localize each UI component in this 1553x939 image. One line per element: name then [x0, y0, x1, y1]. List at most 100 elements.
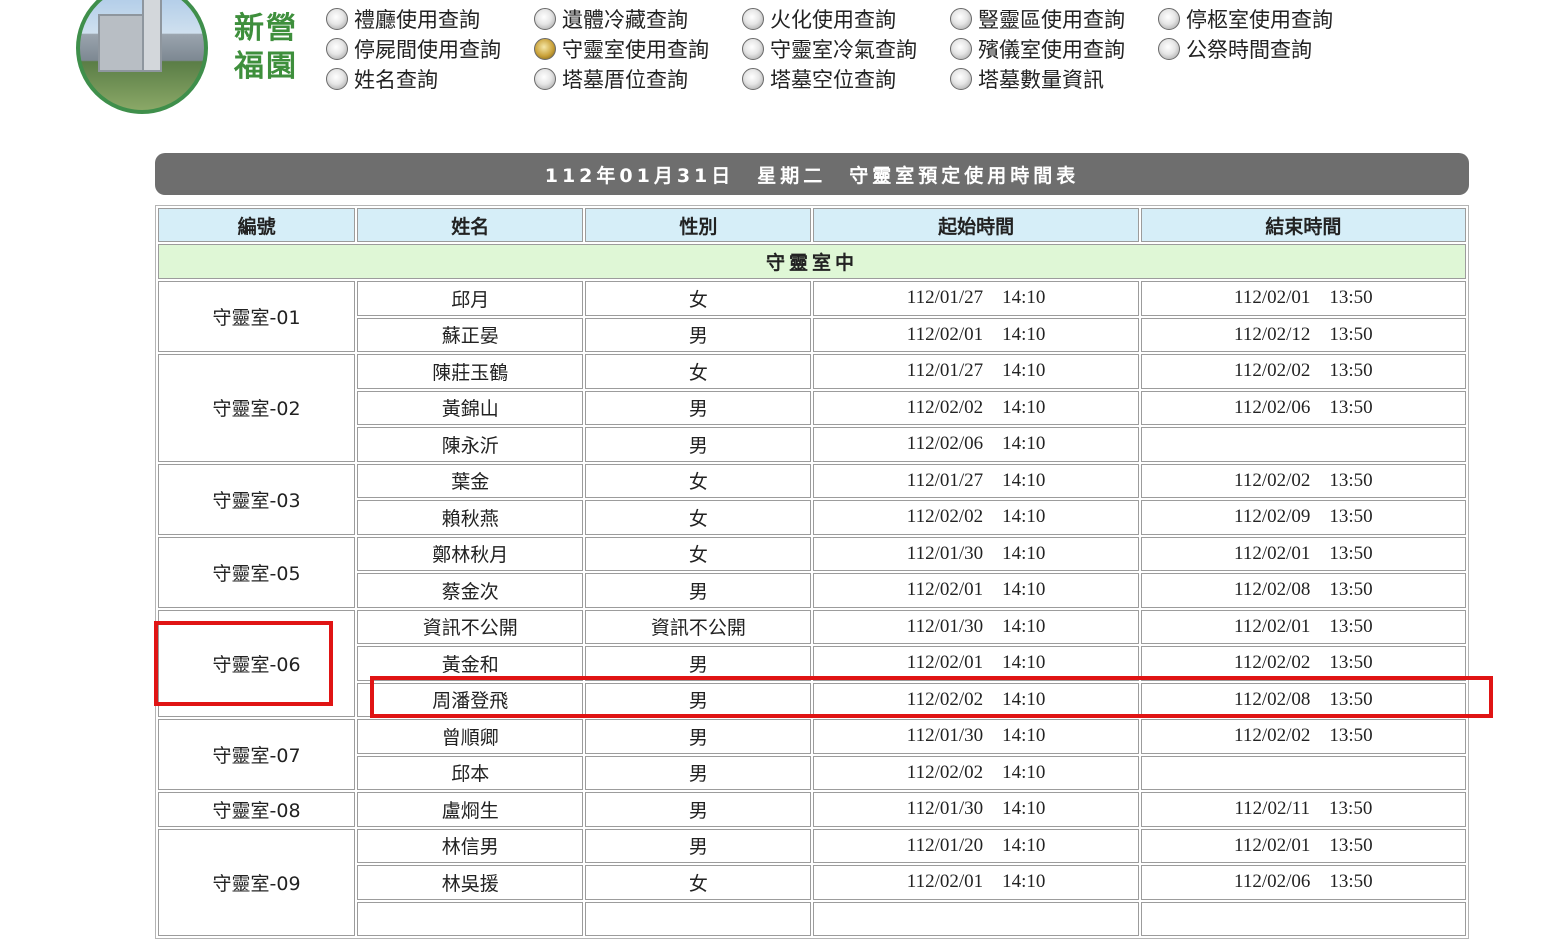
radio-icon[interactable]	[326, 68, 348, 90]
table-row: 守靈室-09 林信男男 112/01/20 14:10 112/02/01 13:50	[158, 828, 1466, 936]
room-id-cell: 守靈室-02	[158, 354, 356, 462]
nav-item-9[interactable]: 殯儀室使用查詢	[950, 34, 1125, 64]
gender-cell: 男	[585, 719, 812, 754]
radio-icon[interactable]	[950, 8, 972, 30]
end-time-cell: 112/02/06 13:50	[1140, 865, 1466, 900]
gender-cell: 女	[585, 281, 812, 316]
name-cell: 邱月	[357, 281, 584, 316]
radio-icon[interactable]	[1158, 38, 1180, 60]
end-time-cell	[1140, 427, 1466, 462]
nav-item-5[interactable]: 停柩室使用查詢	[1158, 4, 1333, 34]
gender-cell: 男	[585, 390, 812, 425]
table-row: 守靈室-02 陳莊玉鶴女 112/01/27 14:10 112/02/02 13:5…	[158, 354, 1466, 462]
room-id-cell: 守靈室-03	[158, 463, 356, 535]
nav-item-11[interactable]: 姓名查詢	[326, 64, 438, 94]
nav-item-10[interactable]: 公祭時間查詢	[1158, 34, 1312, 64]
schedule-table: 編號 姓名 性別 起始時間 結束時間 守靈室中 守靈室-01 邱月女 112/01/…	[155, 205, 1469, 939]
name-cell: 林信男	[357, 828, 584, 863]
nav-item-13[interactable]: 塔墓空位查詢	[742, 64, 896, 94]
radio-icon[interactable]	[534, 8, 556, 30]
name-cell: 資訊不公開	[357, 609, 584, 644]
end-time-cell: 112/02/01 13:50	[1140, 281, 1466, 316]
name-cell: 周潘登飛	[357, 682, 584, 717]
gender-cell: 女	[585, 463, 812, 498]
gender-cell: 男	[585, 755, 812, 790]
start-time-cell: 112/02/02 14:10	[813, 755, 1139, 790]
nav-item-label: 停屍間使用查詢	[354, 38, 501, 62]
end-time-cell: 112/02/02 13:50	[1140, 646, 1466, 681]
nav-item-label: 守靈室冷氣查詢	[770, 38, 917, 62]
end-time-cell	[1140, 901, 1466, 936]
start-time-cell: 112/01/20 14:10	[813, 828, 1139, 863]
gender-cell	[585, 901, 812, 936]
name-cell: 蘇正晏	[357, 317, 584, 352]
table-row: 守靈室-08 盧烱生男 112/01/30 14:10 112/02/11 13:50	[158, 792, 1466, 827]
brand-line-1: 新營	[234, 11, 298, 46]
start-time-cell: 112/02/01 14:10	[813, 865, 1139, 900]
nav-item-3[interactable]: 火化使用查詢	[742, 4, 896, 34]
radio-icon[interactable]	[326, 8, 348, 30]
nav-item-label: 豎靈區使用查詢	[978, 8, 1125, 32]
start-time-cell: 112/02/02 14:10	[813, 500, 1139, 535]
nav-item-14[interactable]: 塔墓數量資訊	[950, 64, 1104, 94]
start-time-cell	[813, 901, 1139, 936]
nav-item-label: 塔墓厝位查詢	[562, 68, 688, 92]
radio-icon[interactable]	[534, 68, 556, 90]
nav-item-6[interactable]: 停屍間使用查詢	[326, 34, 501, 64]
end-time-cell: 112/02/02 13:50	[1140, 719, 1466, 754]
brand-line-2: 福園	[234, 49, 298, 84]
start-time-cell: 112/02/06 14:10	[813, 427, 1139, 462]
start-time-cell: 112/01/27 14:10	[813, 463, 1139, 498]
nav-item-label: 姓名查詢	[354, 68, 438, 92]
gender-cell: 女	[585, 354, 812, 389]
end-time-cell: 112/02/11 13:50	[1140, 792, 1466, 827]
start-time-cell: 112/02/02 14:10	[813, 390, 1139, 425]
gender-cell: 女	[585, 500, 812, 535]
schedule-title: 112年01月31日 星期二 守靈室預定使用時間表	[155, 153, 1469, 195]
end-time-cell: 112/02/08 13:50	[1140, 573, 1466, 608]
gender-cell: 男	[585, 317, 812, 352]
end-time-cell: 112/02/12 13:50	[1140, 317, 1466, 352]
name-cell: 陳莊玉鶴	[357, 354, 584, 389]
start-time-cell: 112/01/27 14:10	[813, 354, 1139, 389]
room-id-cell: 守靈室-07	[158, 719, 356, 790]
nav-item-label: 殯儀室使用查詢	[978, 38, 1125, 62]
nav-item-12[interactable]: 塔墓厝位查詢	[534, 64, 688, 94]
radio-selected-icon[interactable]	[534, 38, 556, 60]
gender-cell: 男	[585, 427, 812, 462]
start-time-cell: 112/01/30 14:10	[813, 719, 1139, 754]
building-tower-illustration	[142, 0, 162, 72]
radio-icon[interactable]	[1158, 8, 1180, 30]
start-time-cell: 112/02/01 14:10	[813, 317, 1139, 352]
nav-item-label: 火化使用查詢	[770, 8, 896, 32]
radio-icon[interactable]	[742, 68, 764, 90]
header-end-time: 結束時間	[1140, 208, 1466, 242]
site-brand: 新營 福園	[234, 10, 304, 86]
name-cell: 鄭林秋月	[357, 536, 584, 571]
end-time-cell: 112/02/01 13:50	[1140, 609, 1466, 644]
nav-item-label: 公祭時間查詢	[1186, 38, 1312, 62]
name-cell: 邱本	[357, 755, 584, 790]
gender-cell: 資訊不公開	[585, 609, 812, 644]
query-nav: 禮廳使用查詢 遺體冷藏查詢 火化使用查詢 豎靈區使用查詢 停柩室使用查詢停屍間使用查詢 守…	[326, 4, 1386, 96]
radio-icon[interactable]	[950, 38, 972, 60]
start-time-cell: 112/01/30 14:10	[813, 609, 1139, 644]
nav-item-8[interactable]: 守靈室冷氣查詢	[742, 34, 917, 64]
nav-item-7[interactable]: 守靈室使用查詢	[534, 34, 709, 64]
radio-icon[interactable]	[326, 38, 348, 60]
room-id-cell: 守靈室-09	[158, 828, 356, 936]
facility-logo	[76, 0, 208, 114]
start-time-cell: 112/02/02 14:10	[813, 682, 1139, 717]
start-time-cell: 112/01/27 14:10	[813, 281, 1139, 316]
radio-icon[interactable]	[950, 68, 972, 90]
table-row: 守靈室-01 邱月女 112/01/27 14:10 112/02/01 13:50	[158, 281, 1466, 352]
schedule-table-container: 編號 姓名 性別 起始時間 結束時間 守靈室中 守靈室-01 邱月女 112/01/…	[155, 205, 1469, 939]
radio-icon[interactable]	[742, 8, 764, 30]
nav-item-4[interactable]: 豎靈區使用查詢	[950, 4, 1125, 34]
nav-item-2[interactable]: 遺體冷藏查詢	[534, 4, 688, 34]
section-label: 守靈室中	[158, 244, 1466, 279]
nav-item-label: 塔墓數量資訊	[978, 68, 1104, 92]
nav-item-1[interactable]: 禮廳使用查詢	[326, 4, 480, 34]
name-cell	[357, 901, 584, 936]
radio-icon[interactable]	[742, 38, 764, 60]
